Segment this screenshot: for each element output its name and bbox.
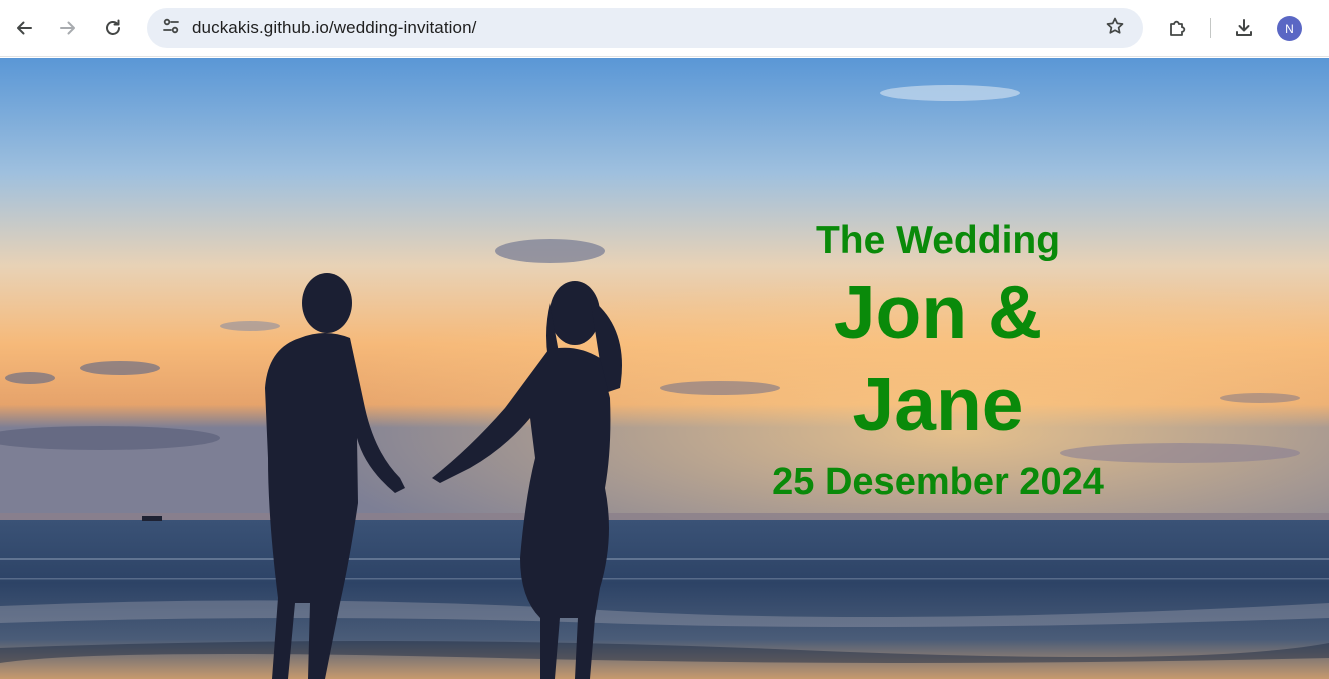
wedding-hero-text: The Wedding Jon & Jane 25 Desember 2024 xyxy=(738,216,1138,508)
page-content: The Wedding Jon & Jane 25 Desember 2024 xyxy=(0,58,1329,679)
address-bar[interactable]: duckakis.github.io/wedding-invitation/ xyxy=(147,8,1143,48)
star-icon xyxy=(1105,16,1125,41)
wedding-date: 25 Desember 2024 xyxy=(772,461,1104,503)
browser-toolbar: duckakis.github.io/wedding-invitation/ N xyxy=(0,0,1329,57)
profile-avatar[interactable]: N xyxy=(1277,16,1302,41)
toolbar-divider xyxy=(1210,18,1211,38)
site-info-button[interactable] xyxy=(155,12,187,44)
downloads-button[interactable] xyxy=(1228,12,1260,44)
arrow-right-icon xyxy=(58,18,78,38)
forward-button[interactable] xyxy=(52,12,84,44)
arrow-left-icon xyxy=(14,18,34,38)
couple-names-line2: Jane xyxy=(852,362,1024,446)
tune-icon xyxy=(162,17,180,40)
wedding-subtitle: The Wedding xyxy=(815,219,1061,262)
bookmark-button[interactable] xyxy=(1099,12,1131,44)
couple-names-line1: Jon & xyxy=(833,270,1043,354)
extensions-button[interactable] xyxy=(1162,12,1194,44)
url-text[interactable]: duckakis.github.io/wedding-invitation/ xyxy=(192,8,476,48)
download-icon xyxy=(1233,17,1255,39)
reload-button[interactable] xyxy=(97,12,129,44)
puzzle-icon xyxy=(1167,17,1189,39)
reload-icon xyxy=(103,18,123,38)
back-button[interactable] xyxy=(8,12,40,44)
